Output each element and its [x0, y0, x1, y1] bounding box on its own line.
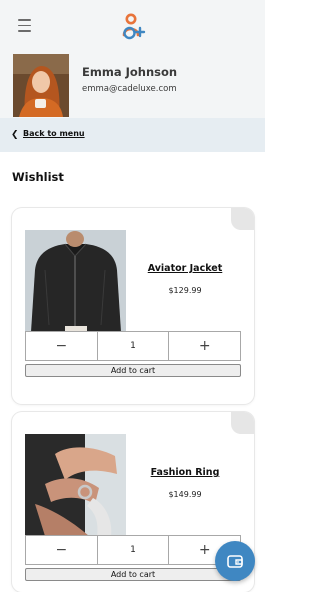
- product-name[interactable]: Aviator Jacket: [130, 263, 240, 274]
- add-to-cart-button[interactable]: Add to cart: [25, 568, 241, 581]
- quantity-stepper: − 1 +: [25, 535, 241, 565]
- chevron-left-icon[interactable]: ❮: [11, 131, 19, 140]
- user-email: emma@cadeluxe.com: [82, 84, 177, 94]
- wallet-fab-button[interactable]: [215, 541, 255, 581]
- product-name[interactable]: Fashion Ring: [130, 467, 240, 478]
- decrement-button[interactable]: −: [26, 536, 98, 564]
- wallet-icon: [227, 555, 243, 568]
- add-to-cart-button[interactable]: Add to cart: [25, 364, 241, 377]
- top-bar: [0, 0, 265, 54]
- back-bar: ❮ Back to menu: [0, 118, 265, 152]
- quantity-value[interactable]: 1: [98, 536, 169, 564]
- product-price: $149.99: [168, 490, 202, 499]
- card-corner-button[interactable]: [231, 208, 254, 230]
- increment-button[interactable]: +: [168, 332, 240, 360]
- product-image[interactable]: [25, 230, 126, 332]
- wishlist-card: Aviator Jacket $129.99 − 1 + Add to cart: [12, 208, 254, 404]
- quantity-value[interactable]: 1: [98, 332, 169, 360]
- profile-header: Emma Johnson emma@cadeluxe.com: [0, 54, 265, 118]
- user-name: Emma Johnson: [82, 65, 178, 79]
- avatar[interactable]: [13, 54, 69, 117]
- card-corner-button[interactable]: [231, 412, 254, 434]
- section-title: Wishlist: [12, 170, 64, 184]
- product-price: $129.99: [168, 286, 202, 295]
- product-image[interactable]: [25, 434, 126, 536]
- hamburger-icon[interactable]: [18, 19, 31, 33]
- back-to-menu-link[interactable]: Back to menu: [23, 129, 85, 138]
- user-plus-logo-icon[interactable]: [121, 13, 146, 40]
- quantity-stepper: − 1 +: [25, 331, 241, 361]
- decrement-button[interactable]: −: [26, 332, 98, 360]
